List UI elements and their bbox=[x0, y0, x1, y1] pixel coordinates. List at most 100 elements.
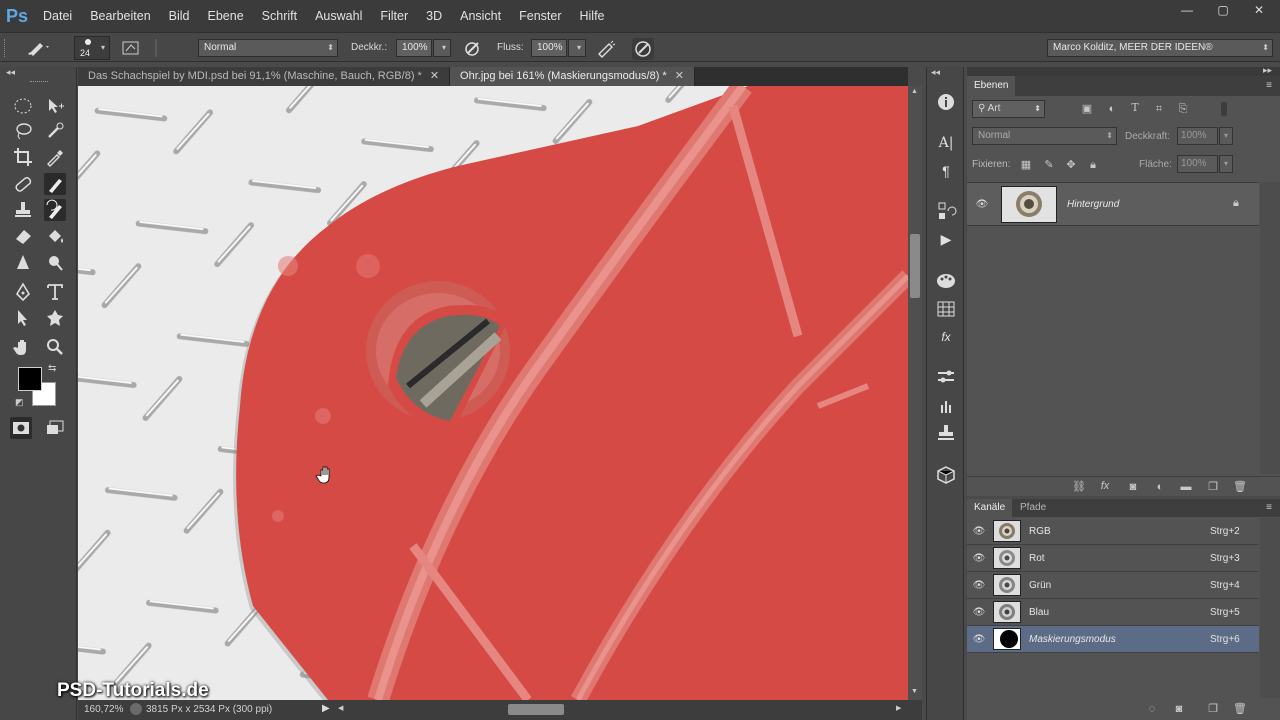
save-selection-icon[interactable]: ◙ bbox=[1172, 703, 1186, 715]
panel-scrollbar[interactable] bbox=[1260, 182, 1280, 474]
brush-panel-toggle-icon[interactable] bbox=[122, 40, 140, 56]
layer-style-fx-icon[interactable]: fx bbox=[1098, 480, 1112, 492]
new-channel-icon[interactable]: ❐ bbox=[1206, 703, 1220, 715]
close-icon[interactable]: ✕ bbox=[430, 70, 439, 82]
tab-ebenen[interactable]: Ebenen bbox=[967, 76, 1016, 96]
opacity-dropdown-button[interactable]: ▾ bbox=[433, 39, 451, 57]
healing-brush-tool-icon[interactable] bbox=[12, 173, 34, 195]
document-tab[interactable]: Das Schachspiel by MDI.psd bei 91,1% (Ma… bbox=[78, 67, 451, 86]
menu-fenster[interactable]: Fenster bbox=[510, 0, 570, 32]
menu-hilfe[interactable]: Hilfe bbox=[571, 0, 614, 32]
collapse-arrows-icon[interactable]: ◂◂ bbox=[931, 67, 940, 78]
quick-mask-mode-icon[interactable] bbox=[10, 417, 32, 439]
lock-position-icon[interactable]: ✥ bbox=[1064, 159, 1078, 171]
layer-opacity-input[interactable]: 100% bbox=[1177, 127, 1218, 145]
menu-3d[interactable]: 3D bbox=[417, 0, 451, 32]
delete-channel-icon[interactable]: 🗑︎ bbox=[1233, 703, 1247, 715]
color-palette-icon[interactable] bbox=[935, 271, 957, 291]
channel-row-rot[interactable]: 👁︎ Rot Strg+3 bbox=[967, 545, 1259, 572]
document-tab-active[interactable]: Ohr.jpg bei 161% (Maskierungsmodus/8) * ✕ bbox=[450, 67, 695, 86]
horizontal-scroll-thumb[interactable] bbox=[508, 704, 564, 715]
lasso-tool-icon[interactable] bbox=[12, 120, 34, 142]
history-brush-tool-icon[interactable] bbox=[44, 199, 66, 221]
tab-pfade[interactable]: Pfade bbox=[1013, 499, 1053, 517]
adjustments-icon[interactable] bbox=[935, 367, 957, 387]
fill-input[interactable]: 100% bbox=[1177, 155, 1218, 173]
crop-tool-icon[interactable] bbox=[12, 146, 34, 168]
add-mask-icon[interactable]: ◙ bbox=[1126, 481, 1140, 493]
dodge-tool-icon[interactable] bbox=[44, 252, 66, 274]
pen-tool-icon[interactable] bbox=[12, 281, 34, 303]
default-colors-icon[interactable]: ◩ bbox=[15, 397, 24, 408]
eye-icon[interactable]: 👁︎ bbox=[972, 580, 986, 591]
eye-icon[interactable]: 👁︎ bbox=[975, 199, 989, 210]
channel-row-rgb[interactable]: 👁︎ RGB Strg+2 bbox=[967, 518, 1259, 545]
toolbar-grip[interactable] bbox=[30, 81, 48, 84]
smart-object-filter-icon[interactable]: ⎘ bbox=[1176, 103, 1190, 115]
lock-image-pixels-icon[interactable]: ✎ bbox=[1042, 159, 1056, 171]
load-selection-icon[interactable]: ◌ bbox=[1145, 703, 1159, 715]
paint-bucket-tool-icon[interactable] bbox=[44, 225, 66, 247]
zoom-level[interactable]: 160,72% bbox=[84, 704, 123, 715]
zoom-tool-icon[interactable] bbox=[44, 336, 66, 358]
menu-bild[interactable]: Bild bbox=[160, 0, 199, 32]
channel-row-blau[interactable]: 👁︎ Blau Strg+5 bbox=[967, 599, 1259, 626]
brush-presets-icon[interactable] bbox=[935, 395, 957, 415]
type-tool-icon[interactable] bbox=[44, 281, 66, 303]
link-layers-icon[interactable]: ⛓︎ bbox=[1072, 481, 1086, 493]
menu-auswahl[interactable]: Auswahl bbox=[306, 0, 371, 32]
paragraph-icon[interactable]: ¶ bbox=[935, 161, 957, 181]
eyedropper-tool-icon[interactable] bbox=[44, 146, 66, 168]
delete-layer-icon[interactable]: 🗑︎ bbox=[1233, 481, 1247, 493]
menu-ansicht[interactable]: Ansicht bbox=[451, 0, 510, 32]
close-icon[interactable]: ✕ bbox=[675, 70, 684, 82]
panel-menu-icon[interactable]: ≡ bbox=[1266, 502, 1272, 513]
airbrush-icon[interactable] bbox=[596, 40, 616, 58]
path-selection-tool-icon[interactable] bbox=[12, 307, 34, 329]
clone-stamp-tool-icon[interactable] bbox=[12, 199, 34, 221]
foreground-color-swatch[interactable] bbox=[18, 367, 42, 391]
character-icon[interactable]: A| bbox=[935, 133, 957, 153]
tab-kanaele[interactable]: Kanäle bbox=[967, 499, 1013, 517]
custom-shape-tool-icon[interactable] bbox=[44, 307, 66, 329]
filter-toggle[interactable] bbox=[1221, 102, 1227, 116]
eye-icon[interactable]: 👁︎ bbox=[972, 526, 986, 537]
lock-all-icon[interactable]: 🔒︎ bbox=[1086, 159, 1100, 171]
scroll-down-arrow-icon[interactable]: ▼ bbox=[911, 688, 918, 695]
chevron-down-icon[interactable]: ▾ bbox=[1219, 155, 1233, 173]
minimize-button[interactable]: — bbox=[1174, 2, 1200, 18]
quick-selection-tool-icon[interactable] bbox=[44, 120, 66, 142]
layer-blend-mode-select[interactable]: Normal ⬍ bbox=[972, 127, 1117, 145]
blend-mode-select[interactable]: Normal ⬍ bbox=[198, 39, 338, 57]
collapse-arrows-icon[interactable]: ▸▸ bbox=[1263, 65, 1272, 76]
channel-row-maskierungsmodus[interactable]: 👁︎ Maskierungsmodus Strg+6 bbox=[967, 626, 1259, 653]
channel-row-gruen[interactable]: 👁︎ Grün Strg+4 bbox=[967, 572, 1259, 599]
history-icon[interactable] bbox=[935, 201, 957, 221]
hand-tool-icon[interactable] bbox=[12, 336, 34, 358]
workspace-select[interactable]: Marco Kolditz, MEER DER IDEEN® ⬍ bbox=[1047, 39, 1273, 57]
vertical-scrollbar[interactable]: ▲ ▼ bbox=[908, 86, 922, 700]
flow-dropdown-button[interactable]: ▾ bbox=[568, 39, 586, 57]
status-icon[interactable] bbox=[130, 703, 142, 715]
menu-datei[interactable]: Datei bbox=[34, 0, 81, 32]
hscroll-right-arrow-icon[interactable]: ▶ bbox=[896, 704, 901, 712]
clone-source-icon[interactable] bbox=[935, 423, 957, 443]
status-menu-arrow-icon[interactable]: ▶ bbox=[322, 703, 330, 714]
swatches-icon[interactable] bbox=[935, 299, 957, 319]
eye-icon[interactable]: 👁︎ bbox=[972, 607, 986, 618]
move-tool-icon[interactable] bbox=[44, 95, 66, 117]
brush-preset-picker[interactable]: 24 ▾ bbox=[74, 36, 110, 60]
actions-play-icon[interactable]: ▶ bbox=[935, 229, 957, 249]
hscroll-left-arrow-icon[interactable]: ◀ bbox=[338, 704, 343, 712]
layer-row-hintergrund[interactable]: 👁︎ Hintergrund 🔒︎ bbox=[967, 182, 1259, 226]
scroll-thumb[interactable] bbox=[910, 234, 920, 298]
opacity-input[interactable]: 100% bbox=[396, 39, 432, 57]
swap-colors-icon[interactable]: ⇆ bbox=[48, 363, 56, 374]
pressure-opacity-icon[interactable] bbox=[463, 40, 483, 58]
lock-transparency-icon[interactable]: ▦ bbox=[1019, 159, 1033, 171]
options-grip[interactable] bbox=[4, 39, 8, 57]
marquee-tool-icon[interactable] bbox=[12, 95, 34, 117]
eraser-tool-icon[interactable] bbox=[12, 225, 34, 247]
styles-fx-icon[interactable]: fx bbox=[935, 327, 957, 347]
menu-filter[interactable]: Filter bbox=[371, 0, 417, 32]
